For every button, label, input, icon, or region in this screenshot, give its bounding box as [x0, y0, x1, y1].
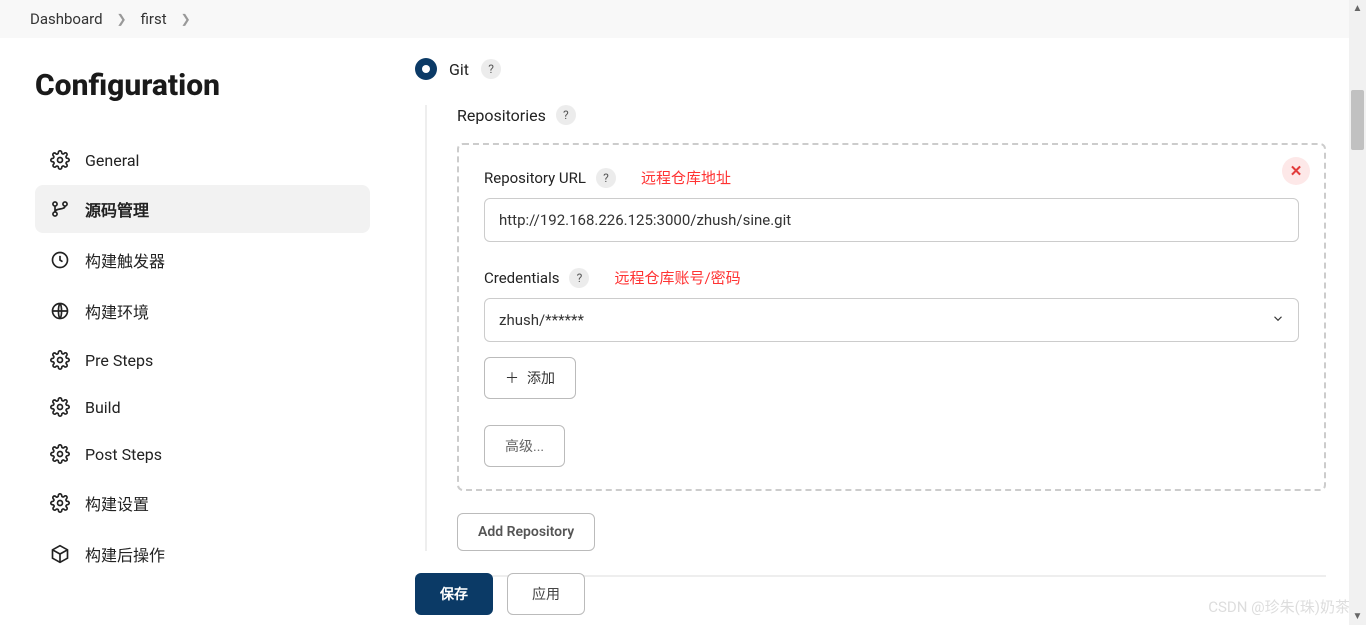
- scm-git-radio-row[interactable]: Git ?: [415, 58, 1326, 80]
- help-icon[interactable]: ?: [556, 105, 576, 125]
- add-repository-label: Add Repository: [478, 524, 574, 540]
- branch-icon: [50, 199, 70, 219]
- clock-icon: [50, 250, 70, 270]
- sidebar-item-poststeps[interactable]: Post Steps: [35, 432, 370, 476]
- help-icon[interactable]: ?: [481, 59, 501, 79]
- globe-icon: [50, 301, 70, 321]
- help-icon[interactable]: ?: [596, 168, 616, 188]
- scrollbar-vertical[interactable]: ▲ ▼: [1349, 0, 1366, 625]
- breadcrumb-item-first[interactable]: first: [141, 10, 167, 28]
- advanced-label: 高级...: [505, 436, 544, 456]
- plus-icon: ＋: [505, 368, 519, 388]
- chevron-right-icon: ❯: [117, 12, 127, 26]
- close-icon: ✕: [1290, 162, 1303, 180]
- repo-url-label: Repository URL: [484, 169, 586, 187]
- page-title: Configuration: [35, 68, 370, 103]
- sidebar: Configuration General 源码管理 构建触发器 构建环境: [0, 58, 400, 581]
- footer-actions: 保存 应用: [415, 573, 585, 615]
- help-icon[interactable]: ?: [569, 268, 589, 288]
- sidebar-item-scm[interactable]: 源码管理: [35, 185, 370, 233]
- repo-url-annotation: 远程仓库地址: [641, 167, 731, 188]
- sidebar-item-triggers[interactable]: 构建触发器: [35, 236, 370, 284]
- sidebar-item-label: General: [85, 151, 139, 170]
- gear-icon: [50, 350, 70, 370]
- sidebar-item-presteps[interactable]: Pre Steps: [35, 338, 370, 382]
- sidebar-item-label: Build: [85, 398, 121, 417]
- breadcrumb: Dashboard ❯ first ❯: [0, 0, 1366, 38]
- sidebar-item-general[interactable]: General: [35, 138, 370, 182]
- scroll-down-icon[interactable]: ▼: [1349, 608, 1366, 625]
- save-button[interactable]: 保存: [415, 573, 493, 615]
- box-icon: [50, 544, 70, 564]
- credentials-select[interactable]: zhush/******: [484, 298, 1299, 342]
- sidebar-item-buildsettings[interactable]: 构建设置: [35, 479, 370, 527]
- sidebar-item-label: 构建环境: [85, 299, 149, 323]
- breadcrumb-item-dashboard[interactable]: Dashboard: [30, 10, 103, 28]
- add-credentials-button[interactable]: ＋ 添加: [484, 357, 576, 399]
- chevron-right-icon: ❯: [181, 12, 191, 26]
- credentials-label: Credentials: [484, 269, 559, 287]
- sidebar-item-label: 构建设置: [85, 491, 149, 515]
- watermark: CSDN @珍朱(珠)奶茶: [1208, 596, 1350, 617]
- add-credentials-label: 添加: [527, 368, 555, 388]
- apply-button[interactable]: 应用: [507, 573, 585, 615]
- repositories-label: Repositories: [457, 106, 546, 125]
- gear-icon: [50, 493, 70, 513]
- credentials-annotation: 远程仓库账号/密码: [614, 267, 740, 288]
- main-content: Git ? Repositories ? ✕ Repository URL ? …: [400, 58, 1366, 581]
- repositories-heading: Repositories ?: [457, 105, 1326, 125]
- sidebar-item-build[interactable]: Build: [35, 385, 370, 429]
- scm-git-label: Git: [449, 60, 469, 79]
- scrollbar-thumb[interactable]: [1351, 90, 1364, 150]
- sidebar-item-label: 构建后操作: [85, 542, 165, 566]
- gear-icon: [50, 150, 70, 170]
- scroll-up-icon[interactable]: ▲: [1349, 0, 1366, 17]
- add-repository-button[interactable]: Add Repository: [457, 513, 595, 551]
- sidebar-item-label: 构建触发器: [85, 248, 165, 272]
- repository-box: ✕ Repository URL ? 远程仓库地址 Credentials ? …: [457, 143, 1326, 491]
- sidebar-item-postbuild[interactable]: 构建后操作: [35, 530, 370, 578]
- sidebar-item-env[interactable]: 构建环境: [35, 287, 370, 335]
- sidebar-item-label: Post Steps: [85, 445, 162, 464]
- gear-icon: [50, 444, 70, 464]
- advanced-button[interactable]: 高级...: [484, 425, 565, 467]
- gear-icon: [50, 397, 70, 417]
- radio-selected-icon[interactable]: [415, 58, 437, 80]
- repo-url-input[interactable]: [484, 198, 1299, 242]
- sidebar-item-label: 源码管理: [85, 197, 149, 221]
- remove-repo-button[interactable]: ✕: [1282, 157, 1310, 185]
- sidebar-item-label: Pre Steps: [85, 351, 153, 370]
